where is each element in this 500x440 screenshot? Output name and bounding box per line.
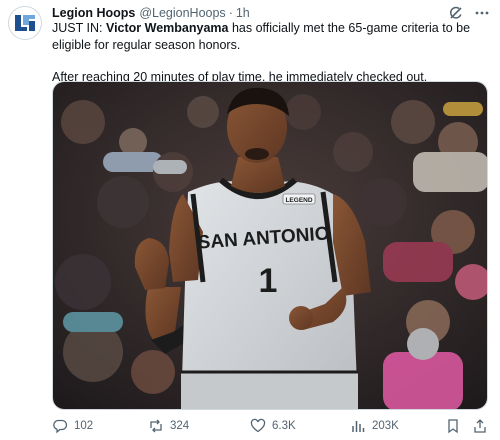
header-actions xyxy=(448,5,490,21)
separator-dot: · xyxy=(228,6,233,20)
author-name[interactable]: Legion Hoops xyxy=(52,6,135,20)
repost-icon xyxy=(150,419,162,433)
tweet-photo[interactable]: SAN ANTONIO 1 LEGEND xyxy=(52,81,488,410)
repost-button[interactable]: 324 xyxy=(148,416,189,436)
share-icon xyxy=(474,419,486,433)
more-dots-icon[interactable] xyxy=(474,5,490,21)
views-button[interactable]: 203K xyxy=(350,416,399,436)
grok-icon[interactable] xyxy=(448,5,464,21)
tweet-text: JUST IN: Victor Wembanyama has officiall… xyxy=(52,20,488,86)
reply-icon xyxy=(53,419,68,434)
reply-count: 102 xyxy=(74,420,94,432)
avatar[interactable] xyxy=(8,6,42,40)
legion-hoops-logo-icon xyxy=(15,15,35,31)
heart-icon xyxy=(250,418,266,433)
author-handle[interactable]: @LegionHoops xyxy=(139,6,225,20)
bookmark-button[interactable] xyxy=(445,416,461,436)
jersey-patch: LEGEND xyxy=(285,197,312,204)
like-button[interactable]: 6.3K xyxy=(250,416,296,436)
reply-button[interactable]: 102 xyxy=(52,416,93,436)
tweet: Legion Hoops @LegionHoops · 1h JUST IN: Vic… xyxy=(0,0,500,440)
photo-scene: SAN ANTONIO 1 LEGEND xyxy=(53,82,487,409)
tweet-line-1: JUST IN: Victor Wembanyama has officiall… xyxy=(52,20,488,53)
tweet-actions: 102 324 6.3K 203K xyxy=(52,416,492,436)
prefix: JUST IN: xyxy=(52,21,106,35)
repost-count: 324 xyxy=(170,420,190,432)
tweet-header: Legion Hoops @LegionHoops · 1h xyxy=(52,5,492,21)
bookmark-icon xyxy=(448,419,458,434)
like-count: 6.3K xyxy=(272,420,296,432)
views-count: 203K xyxy=(372,420,399,432)
jersey-number: 1 xyxy=(259,262,278,300)
share-button[interactable] xyxy=(472,416,488,436)
tweet-time[interactable]: 1h xyxy=(236,6,250,20)
player-name: Victor Wembanyama xyxy=(105,21,229,35)
views-chart-icon xyxy=(352,421,365,432)
